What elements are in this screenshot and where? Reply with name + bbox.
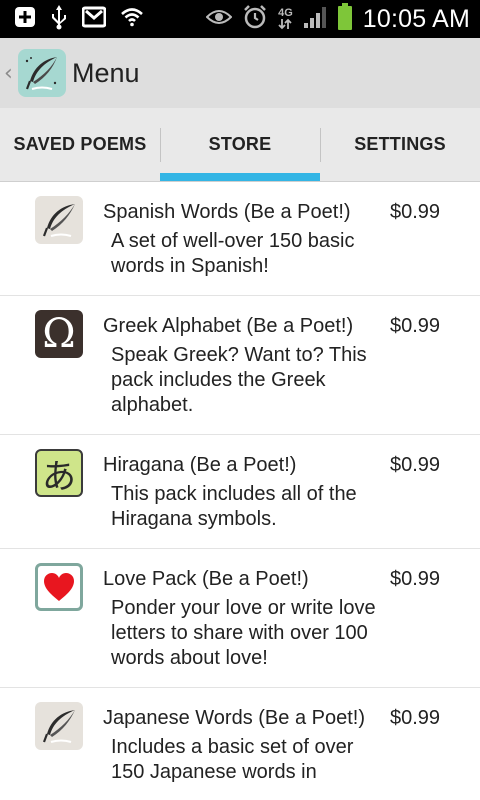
store-list: Spanish Words (Be a Poet!) A set of well… bbox=[0, 182, 480, 800]
item-price: $0.99 bbox=[390, 454, 441, 476]
tab-label: SETTINGS bbox=[354, 134, 446, 154]
list-item[interactable]: Ω Greek Alphabet (Be a Poet!) Speak Gree… bbox=[0, 296, 480, 435]
item-price: $0.99 bbox=[390, 707, 441, 729]
network-type-icon: 4G bbox=[278, 8, 293, 30]
home-up-button[interactable]: ‹ bbox=[0, 38, 66, 108]
usb-icon bbox=[50, 4, 68, 35]
item-price: $0.99 bbox=[390, 315, 441, 337]
signal-icon bbox=[303, 5, 327, 34]
item-title: Japanese Words (Be a Poet!) bbox=[103, 707, 365, 729]
hiragana-glyph: あ bbox=[42, 456, 76, 497]
omega-glyph: Ω bbox=[42, 311, 76, 357]
page-title: Menu bbox=[72, 57, 140, 88]
item-description: This pack includes all of the Hiragana s… bbox=[111, 483, 357, 530]
list-item[interactable]: あ Hiragana (Be a Poet!) This pack includ… bbox=[0, 435, 480, 549]
item-price: $0.99 bbox=[390, 201, 441, 223]
item-description: Ponder your love or write love letters t… bbox=[111, 597, 376, 669]
network-label: 4G bbox=[278, 7, 293, 19]
item-description: Includes a basic set of over 150 Japanes… bbox=[111, 736, 354, 783]
email-icon bbox=[81, 6, 107, 33]
alarm-icon bbox=[242, 4, 268, 35]
heart-icon bbox=[35, 563, 83, 611]
omega-icon: Ω bbox=[35, 310, 83, 358]
eye-icon bbox=[205, 8, 233, 31]
item-title: Love Pack (Be a Poet!) bbox=[103, 568, 309, 590]
tab-saved-poems[interactable]: SAVED POEMS bbox=[0, 108, 160, 181]
list-item[interactable]: Love Pack (Be a Poet!) Ponder your love … bbox=[0, 549, 480, 688]
tab-bar: SAVED POEMS STORE SETTINGS bbox=[0, 108, 480, 182]
quill-icon bbox=[35, 196, 83, 244]
wifi-icon bbox=[120, 7, 144, 32]
action-bar: ‹ Menu bbox=[0, 38, 480, 108]
clock: 10:05 AM bbox=[362, 4, 470, 33]
add-icon bbox=[14, 6, 36, 33]
battery-icon bbox=[337, 2, 353, 36]
item-price: $0.99 bbox=[390, 568, 441, 590]
tab-settings[interactable]: SETTINGS bbox=[320, 108, 480, 181]
tab-label: STORE bbox=[208, 134, 272, 154]
item-title: Greek Alphabet (Be a Poet!) bbox=[103, 315, 354, 337]
hiragana-icon: あ bbox=[35, 449, 83, 497]
item-description: Speak Greek? Want to? This pack includes… bbox=[111, 344, 367, 416]
tab-label: SAVED POEMS bbox=[13, 134, 147, 154]
item-title: Hiragana (Be a Poet!) bbox=[103, 454, 297, 476]
list-item[interactable]: Spanish Words (Be a Poet!) A set of well… bbox=[0, 182, 480, 296]
app-quill-icon bbox=[18, 49, 66, 97]
list-item[interactable]: Japanese Words (Be a Poet!) Includes a b… bbox=[0, 688, 480, 800]
item-title: Spanish Words (Be a Poet!) bbox=[103, 201, 351, 223]
quill-icon bbox=[35, 702, 83, 750]
caret-left-icon: ‹ bbox=[4, 60, 13, 86]
tab-store[interactable]: STORE bbox=[160, 108, 320, 181]
item-description: A set of well-over 150 basic words in Sp… bbox=[111, 230, 355, 277]
status-bar: 4G 10:05 AM bbox=[0, 0, 480, 38]
